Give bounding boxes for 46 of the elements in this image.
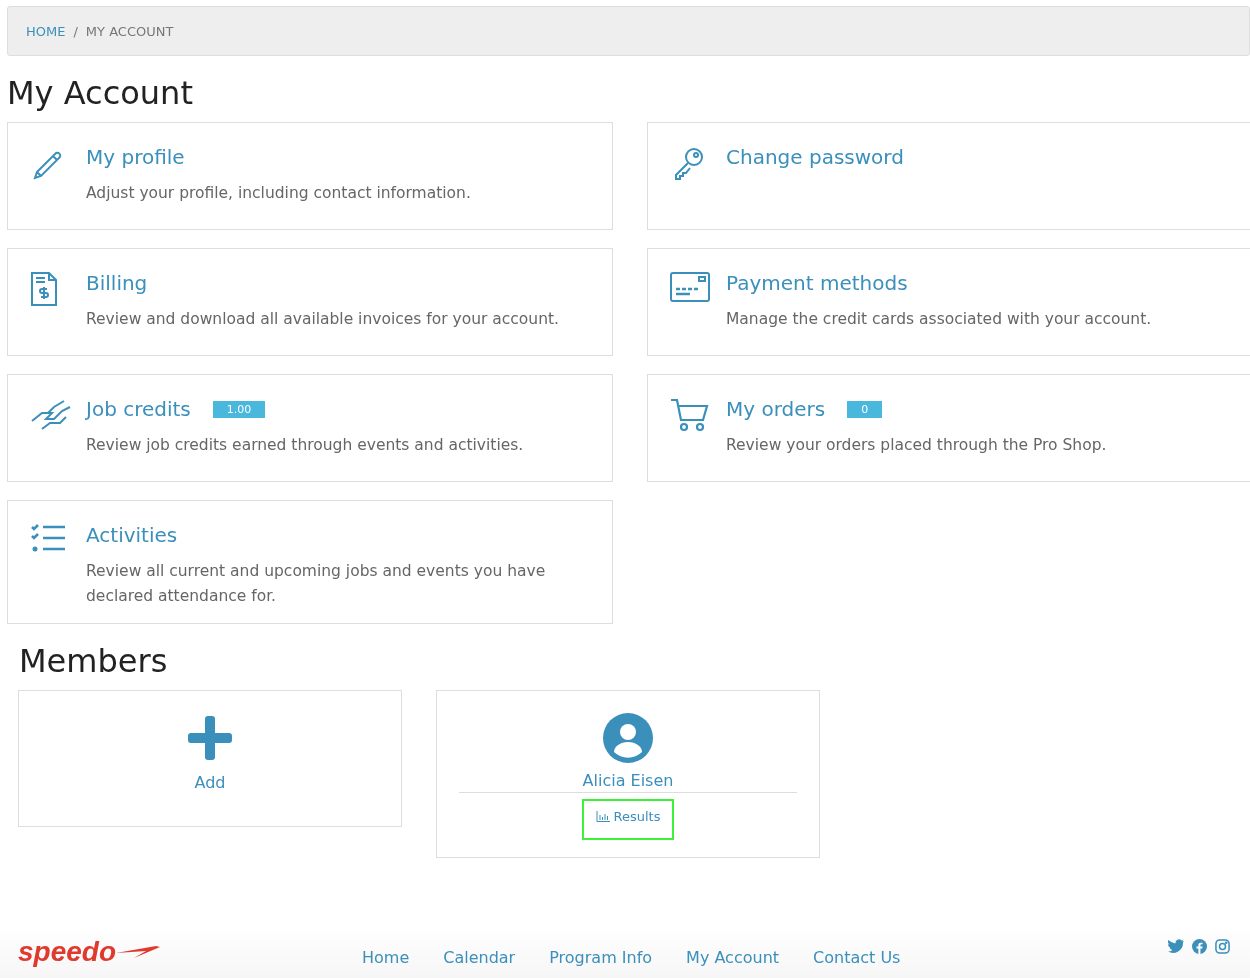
card-title[interactable]: Payment methods <box>726 271 908 295</box>
card-title[interactable]: My orders <box>726 397 826 421</box>
invoice-icon <box>30 271 58 307</box>
account-card[interactable]: Job credits 1.00 Review job credits earned through events and activities. <box>7 374 613 482</box>
footer-link[interactable]: Program Info <box>549 948 653 967</box>
credit-card-icon <box>670 271 710 303</box>
account-card[interactable]: My orders 0 Review your orders placed through the Pro Shop. <box>647 374 1250 482</box>
card-title[interactable]: Job credits <box>86 397 191 421</box>
footer-link[interactable]: Contact Us <box>813 948 901 967</box>
account-card[interactable]: Change password <box>647 122 1250 230</box>
card-description: Review all current and upcoming jobs and events you have declared attendance for. <box>86 561 547 607</box>
member-name: Alicia Eisen <box>582 771 674 790</box>
page-title: My Account <box>7 74 194 112</box>
card-title[interactable]: Activities <box>86 523 178 547</box>
card-title[interactable]: Billing <box>86 271 148 295</box>
count-badge: 0 <box>847 400 883 418</box>
account-card[interactable]: Billing Review and download all available invoices for your account. <box>7 248 613 356</box>
bird-icon[interactable] <box>1168 939 1184 953</box>
breadcrumb-current: MY ACCOUNT <box>85 23 174 39</box>
card-description: Review and download all available invoices for your account. <box>86 309 559 330</box>
section-title: Members <box>19 642 169 680</box>
cart-icon <box>670 397 710 433</box>
footer-link[interactable]: Home <box>362 948 410 967</box>
count-badge: 1.00 <box>212 400 266 418</box>
footer-link[interactable]: My Account <box>686 948 780 967</box>
card-description: Manage the credit cards associated with your account. <box>726 309 1152 330</box>
camera-icon[interactable] <box>1215 939 1230 954</box>
results-link[interactable]: Results <box>581 799 675 840</box>
breadcrumb-link[interactable]: HOME <box>26 23 66 39</box>
facebook-icon[interactable] <box>1192 939 1207 954</box>
card-description: Review job credits earned through events and activities. <box>86 435 524 456</box>
avatar-icon <box>603 713 653 763</box>
account-card[interactable]: My profile Adjust your profile, including contact information. <box>7 122 613 230</box>
account-card[interactable]: Payment methods Manage the credit cards associated with your account. <box>647 248 1250 356</box>
card-description: Adjust your profile, including contact information. <box>86 183 471 204</box>
brand-logo[interactable]: speedo <box>18 935 348 968</box>
account-card[interactable]: Activities Review all current and upcoming jobs and events you have declared attendance for. <box>7 500 613 624</box>
plus-icon <box>187 715 233 761</box>
add-member-card[interactable]: Add <box>18 690 402 827</box>
footer-link[interactable]: Calendar <box>443 948 516 967</box>
card-description: Review your orders placed through the Pro Shop. <box>726 435 1107 456</box>
breadcrumb-separator: / <box>73 23 78 39</box>
card-title[interactable]: Change password <box>726 145 904 169</box>
add-label: Add <box>194 773 226 792</box>
card-title[interactable]: My profile <box>86 145 185 169</box>
bar-chart-icon <box>595 811 610 822</box>
